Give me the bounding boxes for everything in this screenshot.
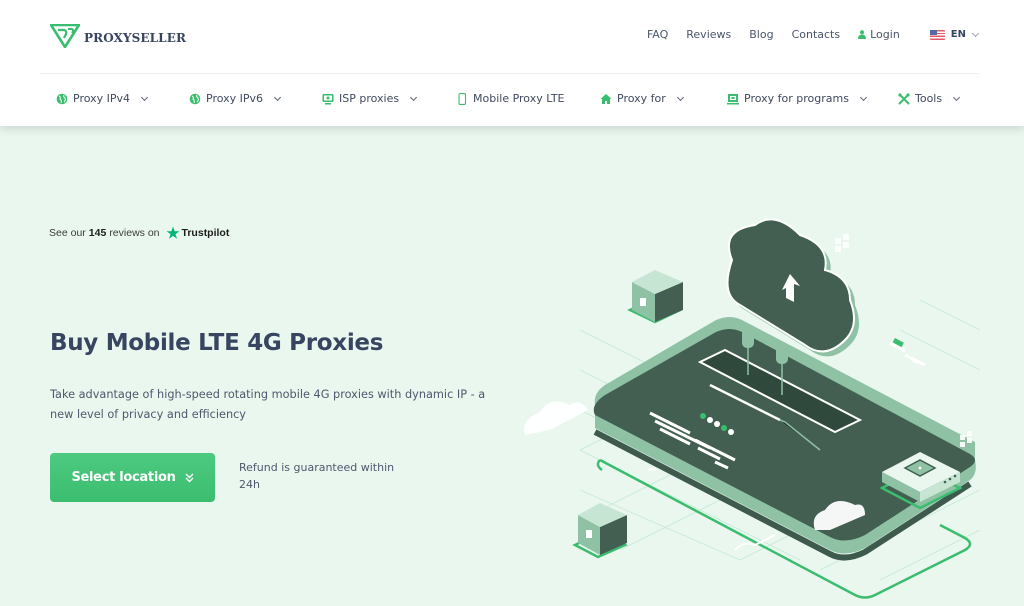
login-label: Login	[870, 28, 900, 41]
chevron-down-icon	[140, 93, 149, 101]
logo[interactable]: PROXYSELLER	[50, 24, 186, 48]
chevron-down-icon	[676, 93, 684, 101]
brand-name: PROXYSELLER	[84, 31, 187, 45]
nav-proxy-for-programs[interactable]: Proxy for programs	[727, 92, 867, 105]
cta-label: Select location	[71, 470, 176, 485]
language-selector[interactable]: EN	[929, 29, 980, 40]
nav-label: ISP proxies	[339, 92, 400, 105]
us-flag-icon	[929, 29, 945, 40]
site-header: PROXYSELLER FAQ Reviews Blog Contacts Lo…	[0, 0, 1024, 126]
contacts-link[interactable]: Contacts	[792, 28, 841, 41]
reviews-count: 145	[88, 227, 107, 239]
globe-icon	[56, 93, 68, 104]
trustpilot-logo: Trustpilot	[166, 226, 230, 240]
blog-link[interactable]: Blog	[749, 28, 773, 41]
cube-bottom-left	[572, 503, 628, 559]
program-icon	[727, 93, 739, 104]
cube-top-left	[627, 270, 683, 324]
nav-tools[interactable]: Tools	[898, 92, 961, 105]
nav-label: Mobile Proxy LTE	[473, 92, 565, 105]
nav-mobile-proxy-lte[interactable]: Mobile Proxy LTE	[456, 92, 565, 105]
house-icon	[600, 93, 612, 104]
trustpilot-reviews[interactable]: See our 145 reviews on Trustpilot	[49, 226, 229, 240]
chevron-down-icon	[273, 93, 282, 101]
page-title: Buy Mobile LTE 4G Proxies	[50, 330, 384, 356]
trustpilot-name: Trustpilot	[181, 227, 230, 239]
reviews-prefix: See our	[49, 227, 86, 239]
reviews-suffix: reviews on	[109, 227, 160, 239]
reviews-link[interactable]: Reviews	[686, 28, 731, 41]
refund-note: Refund is guaranteed within 24h	[239, 461, 395, 491]
nav-isp-proxies[interactable]: ISP proxies	[322, 92, 418, 105]
chevron-down-icon	[410, 93, 418, 101]
star-icon	[166, 226, 180, 239]
hero-subtitle: Take advantage of high-speed rotating mo…	[50, 388, 486, 421]
phone-icon	[458, 92, 467, 105]
logo-icon	[50, 24, 80, 48]
nav-proxy-for[interactable]: Proxy for	[600, 92, 684, 105]
nav-proxy-ipv4[interactable]: Proxy IPv4	[56, 92, 149, 105]
nav-proxy-ipv6[interactable]: Proxy IPv6	[189, 92, 282, 105]
nav-label: Tools	[915, 92, 943, 105]
chevron-down-icon	[971, 29, 980, 37]
monitor-icon	[322, 93, 334, 104]
tools-icon	[898, 92, 910, 104]
login-link[interactable]: Login	[858, 28, 900, 41]
nav-label: Proxy IPv6	[206, 92, 264, 105]
chevron-down-icon	[859, 93, 867, 101]
nav-label: Proxy IPv4	[73, 92, 131, 105]
nav-label: Proxy for programs	[744, 92, 849, 105]
double-chevron-down-icon	[185, 473, 194, 482]
home-button	[648, 468, 656, 471]
faq-link[interactable]: FAQ	[647, 28, 668, 41]
hero-illustration	[524, 218, 981, 599]
select-location-button[interactable]: Select location	[50, 453, 215, 502]
language-code: EN	[950, 29, 966, 40]
nav-label: Proxy for	[617, 92, 666, 105]
top-bar: PROXYSELLER FAQ Reviews Blog Contacts Lo…	[40, 0, 980, 74]
user-icon	[858, 30, 867, 39]
globe-icon	[189, 93, 201, 104]
top-links: FAQ Reviews Blog Contacts Login EN	[647, 28, 980, 41]
chevron-down-icon	[953, 93, 961, 101]
main-nav: Proxy IPv4 Proxy IPv6 ISP proxies Mobile…	[0, 75, 1024, 125]
